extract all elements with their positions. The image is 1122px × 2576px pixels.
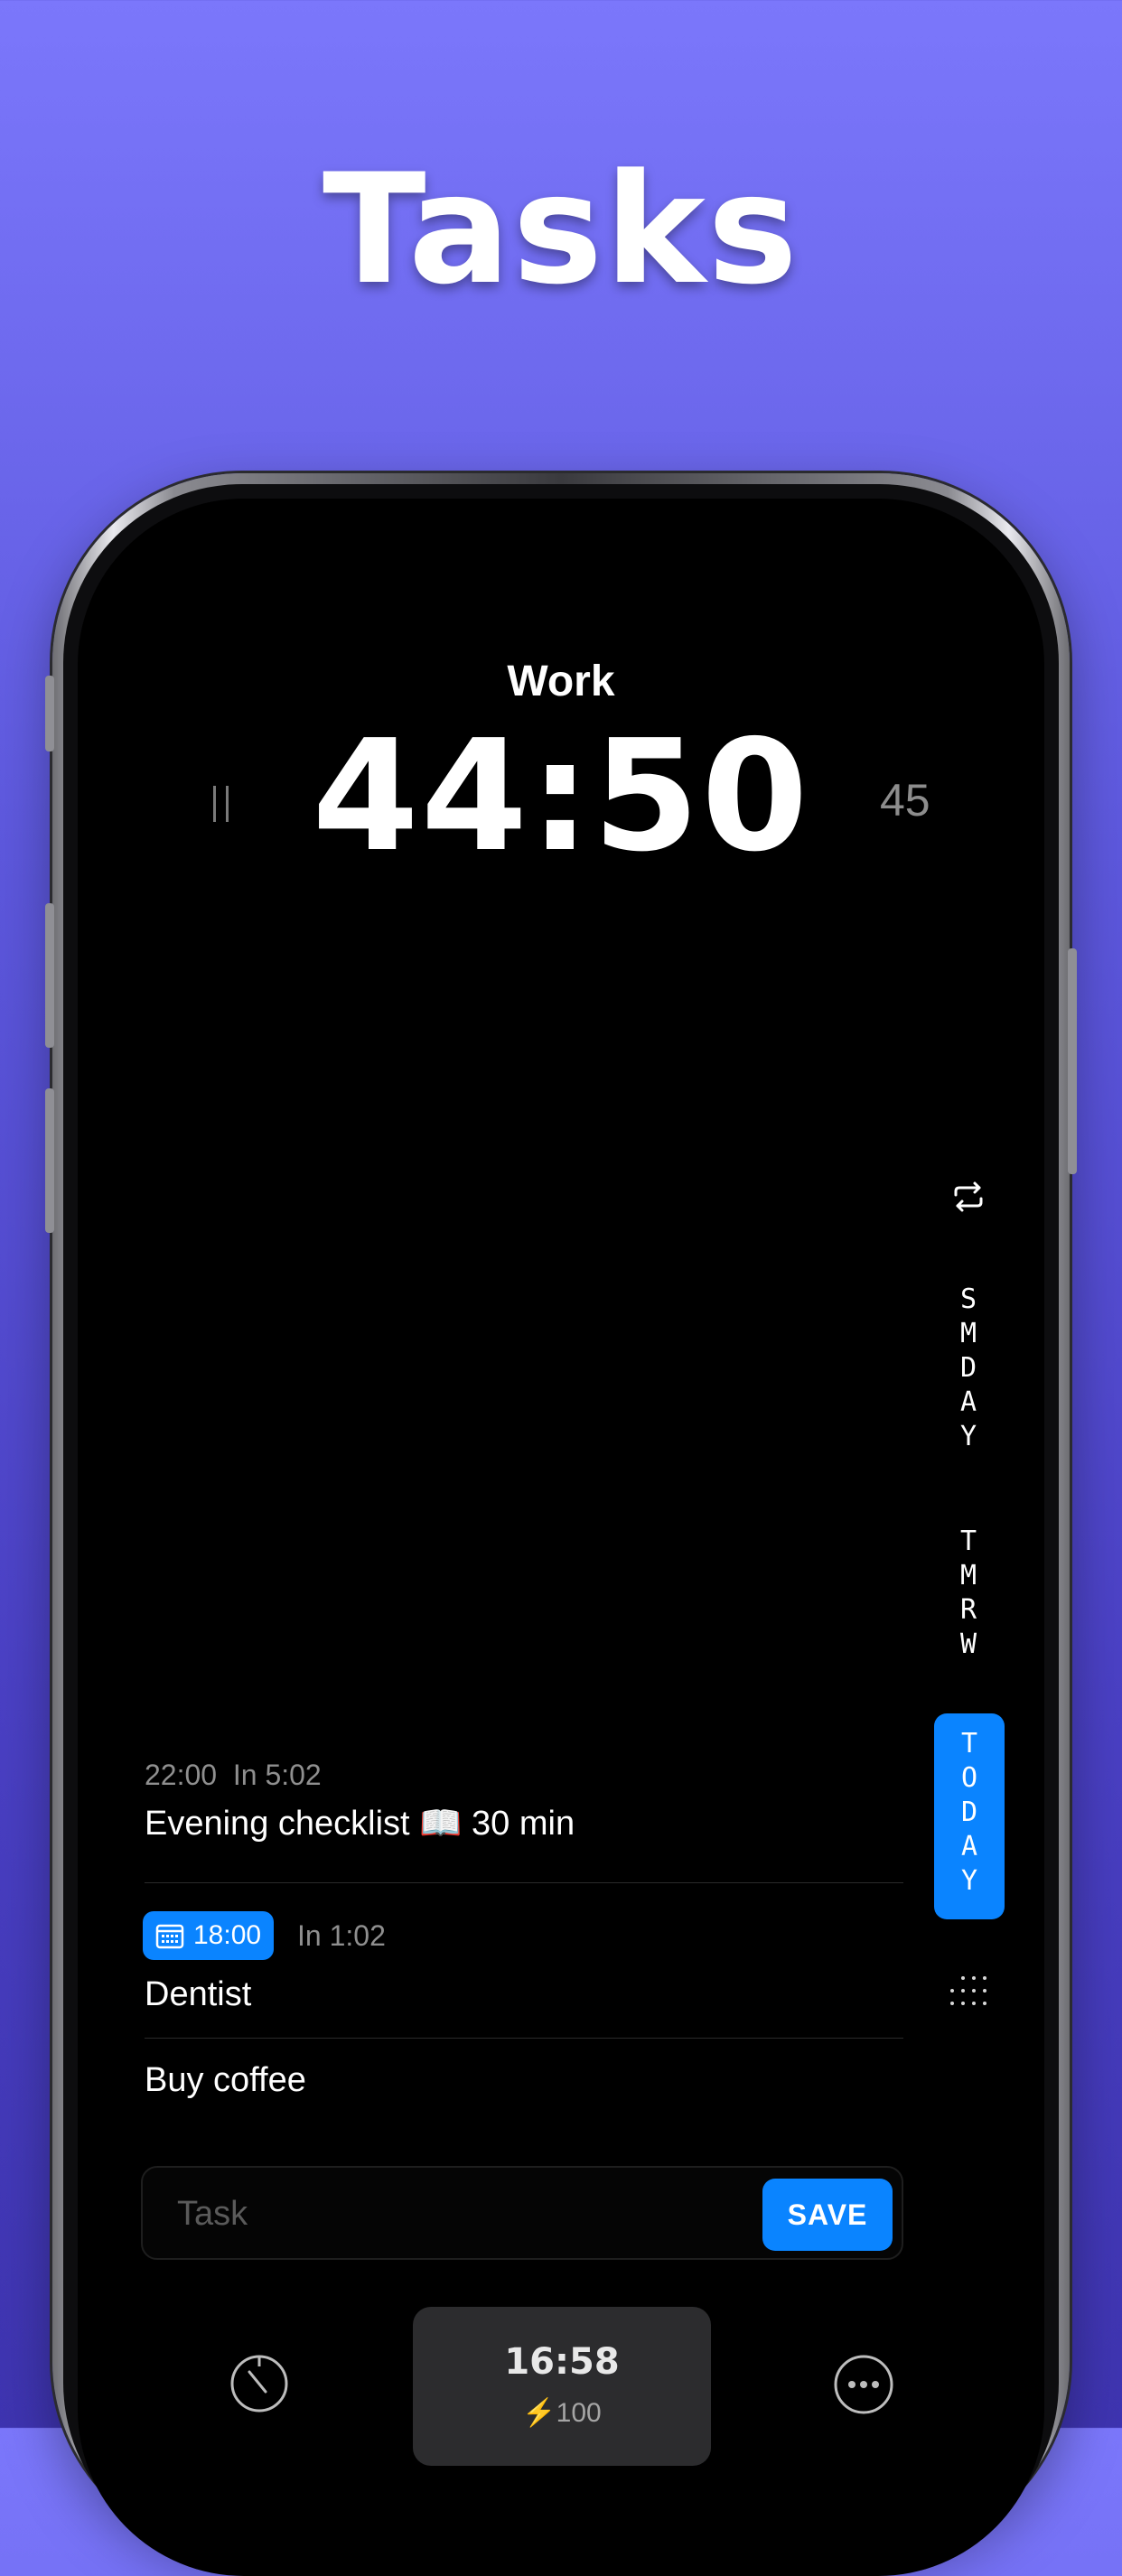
- repeat-icon[interactable]: [950, 1181, 986, 1213]
- task-relative-time: In 5:02: [232, 1759, 322, 1791]
- grid-dot: [972, 2002, 976, 2005]
- grid-dot: [961, 2002, 965, 2005]
- task-title: Evening checklist 📖 30 min: [145, 1805, 575, 1843]
- grid-dot: [950, 1989, 954, 1993]
- task-divider: [145, 2038, 903, 2039]
- phone-screen: Work 44:50 45 S M D A Y T M R W T O D A …: [78, 499, 1044, 2576]
- grid-dot: [972, 1989, 976, 1993]
- task-divider: [145, 1882, 903, 1883]
- lightning-icon: ⚡: [522, 2398, 556, 2428]
- timer-icon[interactable]: [229, 2354, 289, 2413]
- grid-dot: [983, 2002, 986, 2005]
- task-title[interactable]: Buy coffee: [145, 2061, 306, 2100]
- timer-mode-label: Work: [507, 658, 615, 705]
- day-option-smday[interactable]: S M D A Y: [941, 1283, 996, 1454]
- task-input[interactable]: [175, 2191, 717, 2236]
- headline: Tasks: [322, 141, 800, 318]
- session-duration[interactable]: 45: [880, 774, 930, 826]
- calendar-time-badge[interactable]: 18:00: [143, 1911, 275, 1960]
- task-composer: SAVE: [141, 2166, 903, 2260]
- task-item[interactable]: 22:00 In 5:02 Evening checklist 📖 30 min: [145, 1759, 903, 1858]
- grid-dot: [983, 1989, 986, 1993]
- day-option-today-label: T O D A Y: [960, 1728, 978, 1897]
- day-option-tmrw[interactable]: T M R W: [941, 1525, 996, 1662]
- task-relative-time: In 1:02: [297, 1919, 386, 1952]
- volume-down-button: [45, 1088, 54, 1233]
- dot-grid-icon[interactable]: [949, 1973, 988, 2009]
- calendar-icon: [155, 1924, 184, 1949]
- grid-dot: [961, 1976, 965, 1980]
- badge-time: 18:00: [193, 1920, 262, 1950]
- battery-level: 100: [556, 2398, 602, 2428]
- pause-icon[interactable]: [211, 786, 235, 822]
- power-button: [1068, 948, 1077, 1174]
- task-time: 22:00: [145, 1759, 218, 1791]
- grid-dot: [961, 1989, 965, 1993]
- task-title[interactable]: Dentist: [145, 1975, 251, 2014]
- silent-switch: [45, 676, 54, 751]
- more-icon[interactable]: [833, 2354, 894, 2415]
- grid-dot: [950, 2002, 954, 2005]
- volume-up-button: [45, 903, 54, 1048]
- grid-dot: [972, 1976, 976, 1980]
- save-button[interactable]: SAVE: [762, 2179, 893, 2251]
- current-clock: 16:58: [504, 2341, 620, 2383]
- clock-battery-widget[interactable]: 16:58 ⚡100: [413, 2307, 711, 2466]
- grid-dot: [983, 1976, 986, 1980]
